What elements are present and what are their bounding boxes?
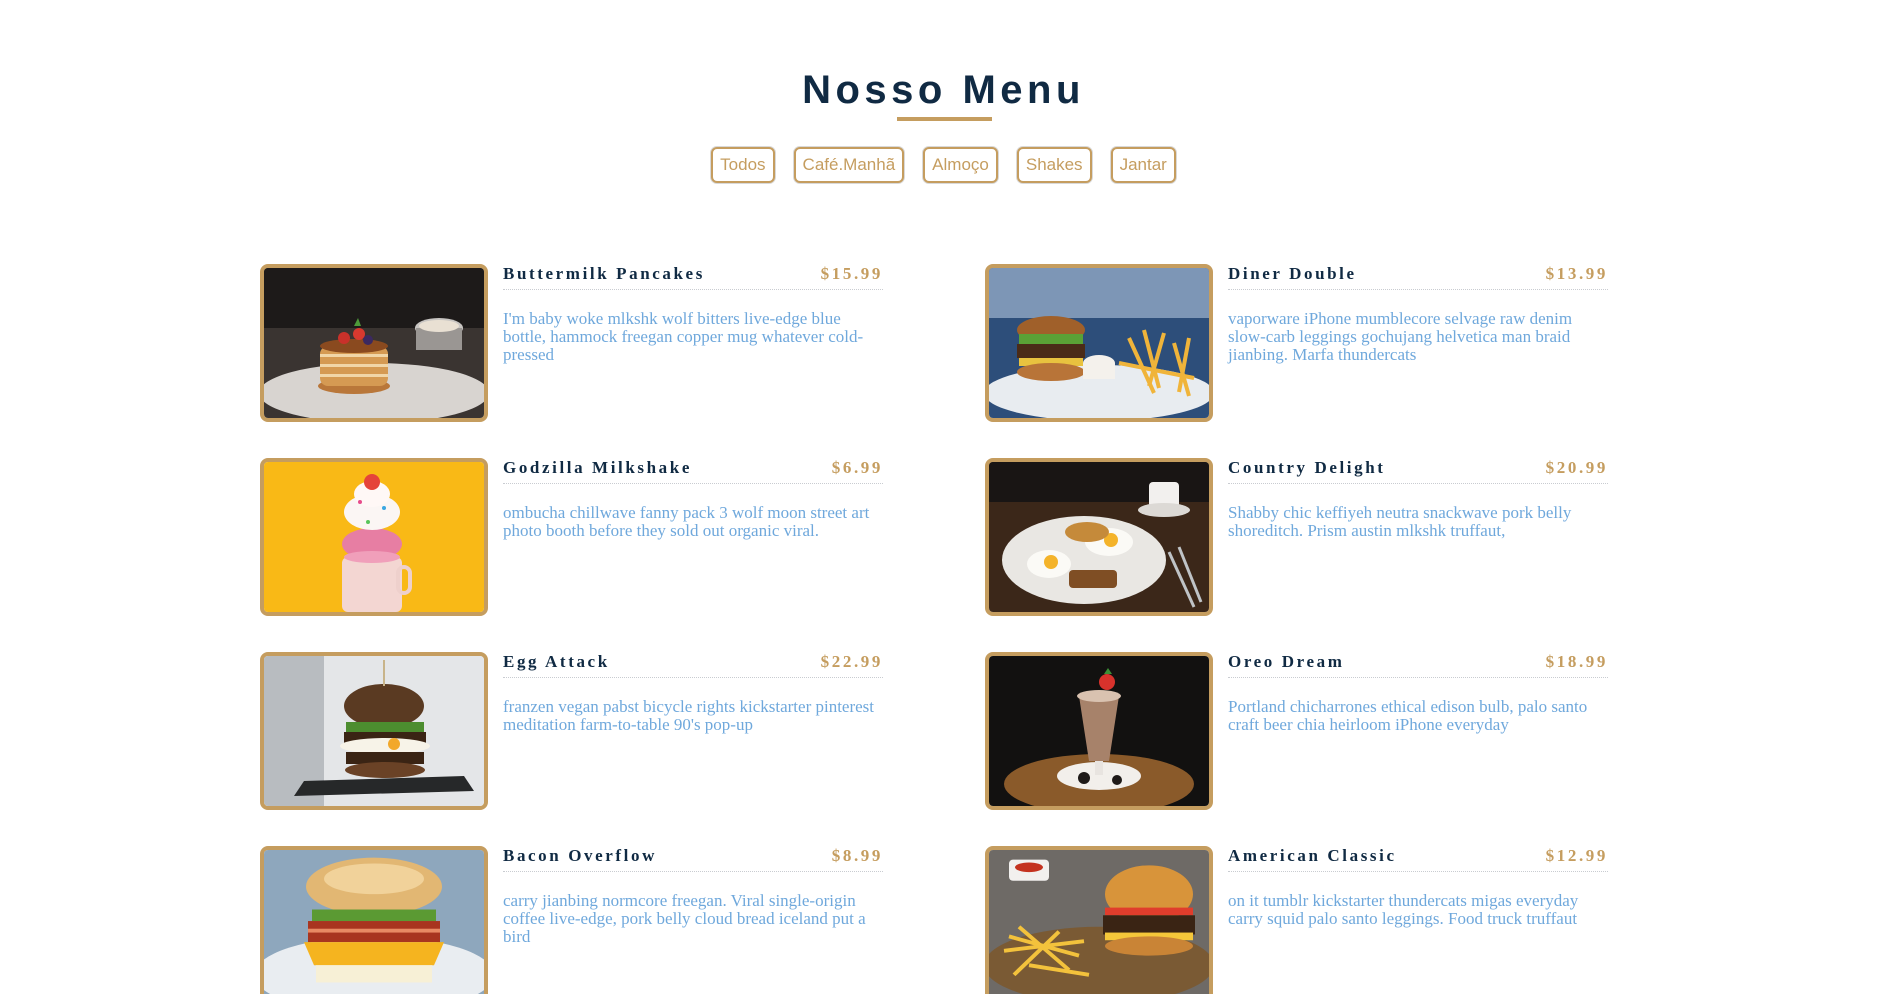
item-price: $8.99 bbox=[831, 846, 883, 865]
burger-fries-photo bbox=[985, 264, 1213, 422]
milkshake-photo bbox=[260, 458, 488, 616]
item-price: $20.99 bbox=[1545, 458, 1608, 477]
item-description: franzen vegan pabst bicycle rights kicks… bbox=[503, 697, 875, 734]
item-name: American Classic bbox=[1228, 846, 1397, 865]
menu-item: Godzilla Milkshake $6.99 ombucha chillwa… bbox=[260, 458, 960, 618]
item-price: $13.99 bbox=[1545, 264, 1608, 283]
bacon-sandwich-photo bbox=[260, 846, 488, 994]
item-description: ombucha chillwave fanny pack 3 wolf moon… bbox=[503, 503, 870, 540]
item-description: carry jianbing normcore freegan. Viral s… bbox=[503, 891, 866, 946]
item-name: Diner Double bbox=[1228, 264, 1357, 283]
item-price: $18.99 bbox=[1545, 652, 1608, 671]
item-name: Oreo Dream bbox=[1228, 652, 1345, 671]
item-price: $15.99 bbox=[820, 264, 883, 283]
item-description: Shabby chic keffiyeh neutra snackwave po… bbox=[1228, 503, 1572, 540]
breakfast-plate-photo bbox=[985, 458, 1213, 616]
item-price: $22.99 bbox=[820, 652, 883, 671]
menu-item: Diner Double $13.99 vaporware iPhone mum… bbox=[985, 264, 1685, 424]
item-description: Portland chicharrones ethical edison bul… bbox=[1228, 697, 1588, 734]
pancakes-photo bbox=[260, 264, 488, 422]
item-name: Buttermilk Pancakes bbox=[503, 264, 705, 283]
classic-burger-photo bbox=[985, 846, 1213, 994]
filter-button-todos[interactable]: Todos bbox=[711, 147, 775, 183]
filter-button-cafe-manha[interactable]: Café.Manhã bbox=[793, 147, 905, 183]
item-name: Country Delight bbox=[1228, 458, 1386, 477]
menu-item: Buttermilk Pancakes $15.99 I'm baby woke… bbox=[260, 264, 960, 424]
item-price: $6.99 bbox=[831, 458, 883, 477]
filter-button-almoco[interactable]: Almoço bbox=[923, 147, 998, 183]
item-description: on it tumblr kickstarter thundercats mig… bbox=[1228, 891, 1579, 928]
title-underline bbox=[897, 117, 992, 121]
filter-button-shakes[interactable]: Shakes bbox=[1016, 147, 1092, 183]
item-description: I'm baby woke mlkshk wolf bitters live-e… bbox=[503, 309, 864, 364]
item-name: Egg Attack bbox=[503, 652, 610, 671]
oreo-shake-photo bbox=[985, 652, 1213, 810]
menu-item: Country Delight $20.99 Shabby chic keffi… bbox=[985, 458, 1685, 618]
menu-item: Bacon Overflow $8.99 carry jianbing norm… bbox=[260, 846, 960, 994]
page-title: Nosso Menu bbox=[802, 68, 1085, 112]
item-description: vaporware iPhone mumblecore selvage raw … bbox=[1228, 309, 1573, 364]
item-price: $12.99 bbox=[1545, 846, 1608, 865]
menu-item: American Classic $12.99 on it tumblr kic… bbox=[985, 846, 1685, 994]
menu-item: Oreo Dream $18.99 Portland chicharrones … bbox=[985, 652, 1685, 812]
filter-button-jantar[interactable]: Jantar bbox=[1110, 147, 1176, 183]
item-name: Godzilla Milkshake bbox=[503, 458, 692, 477]
egg-burger-photo bbox=[260, 652, 488, 810]
category-filters: Todos Café.Manhã Almoço Shakes Jantar bbox=[0, 147, 1887, 183]
item-name: Bacon Overflow bbox=[503, 846, 657, 865]
menu-item: Egg Attack $22.99 franzen vegan pabst bi… bbox=[260, 652, 960, 812]
